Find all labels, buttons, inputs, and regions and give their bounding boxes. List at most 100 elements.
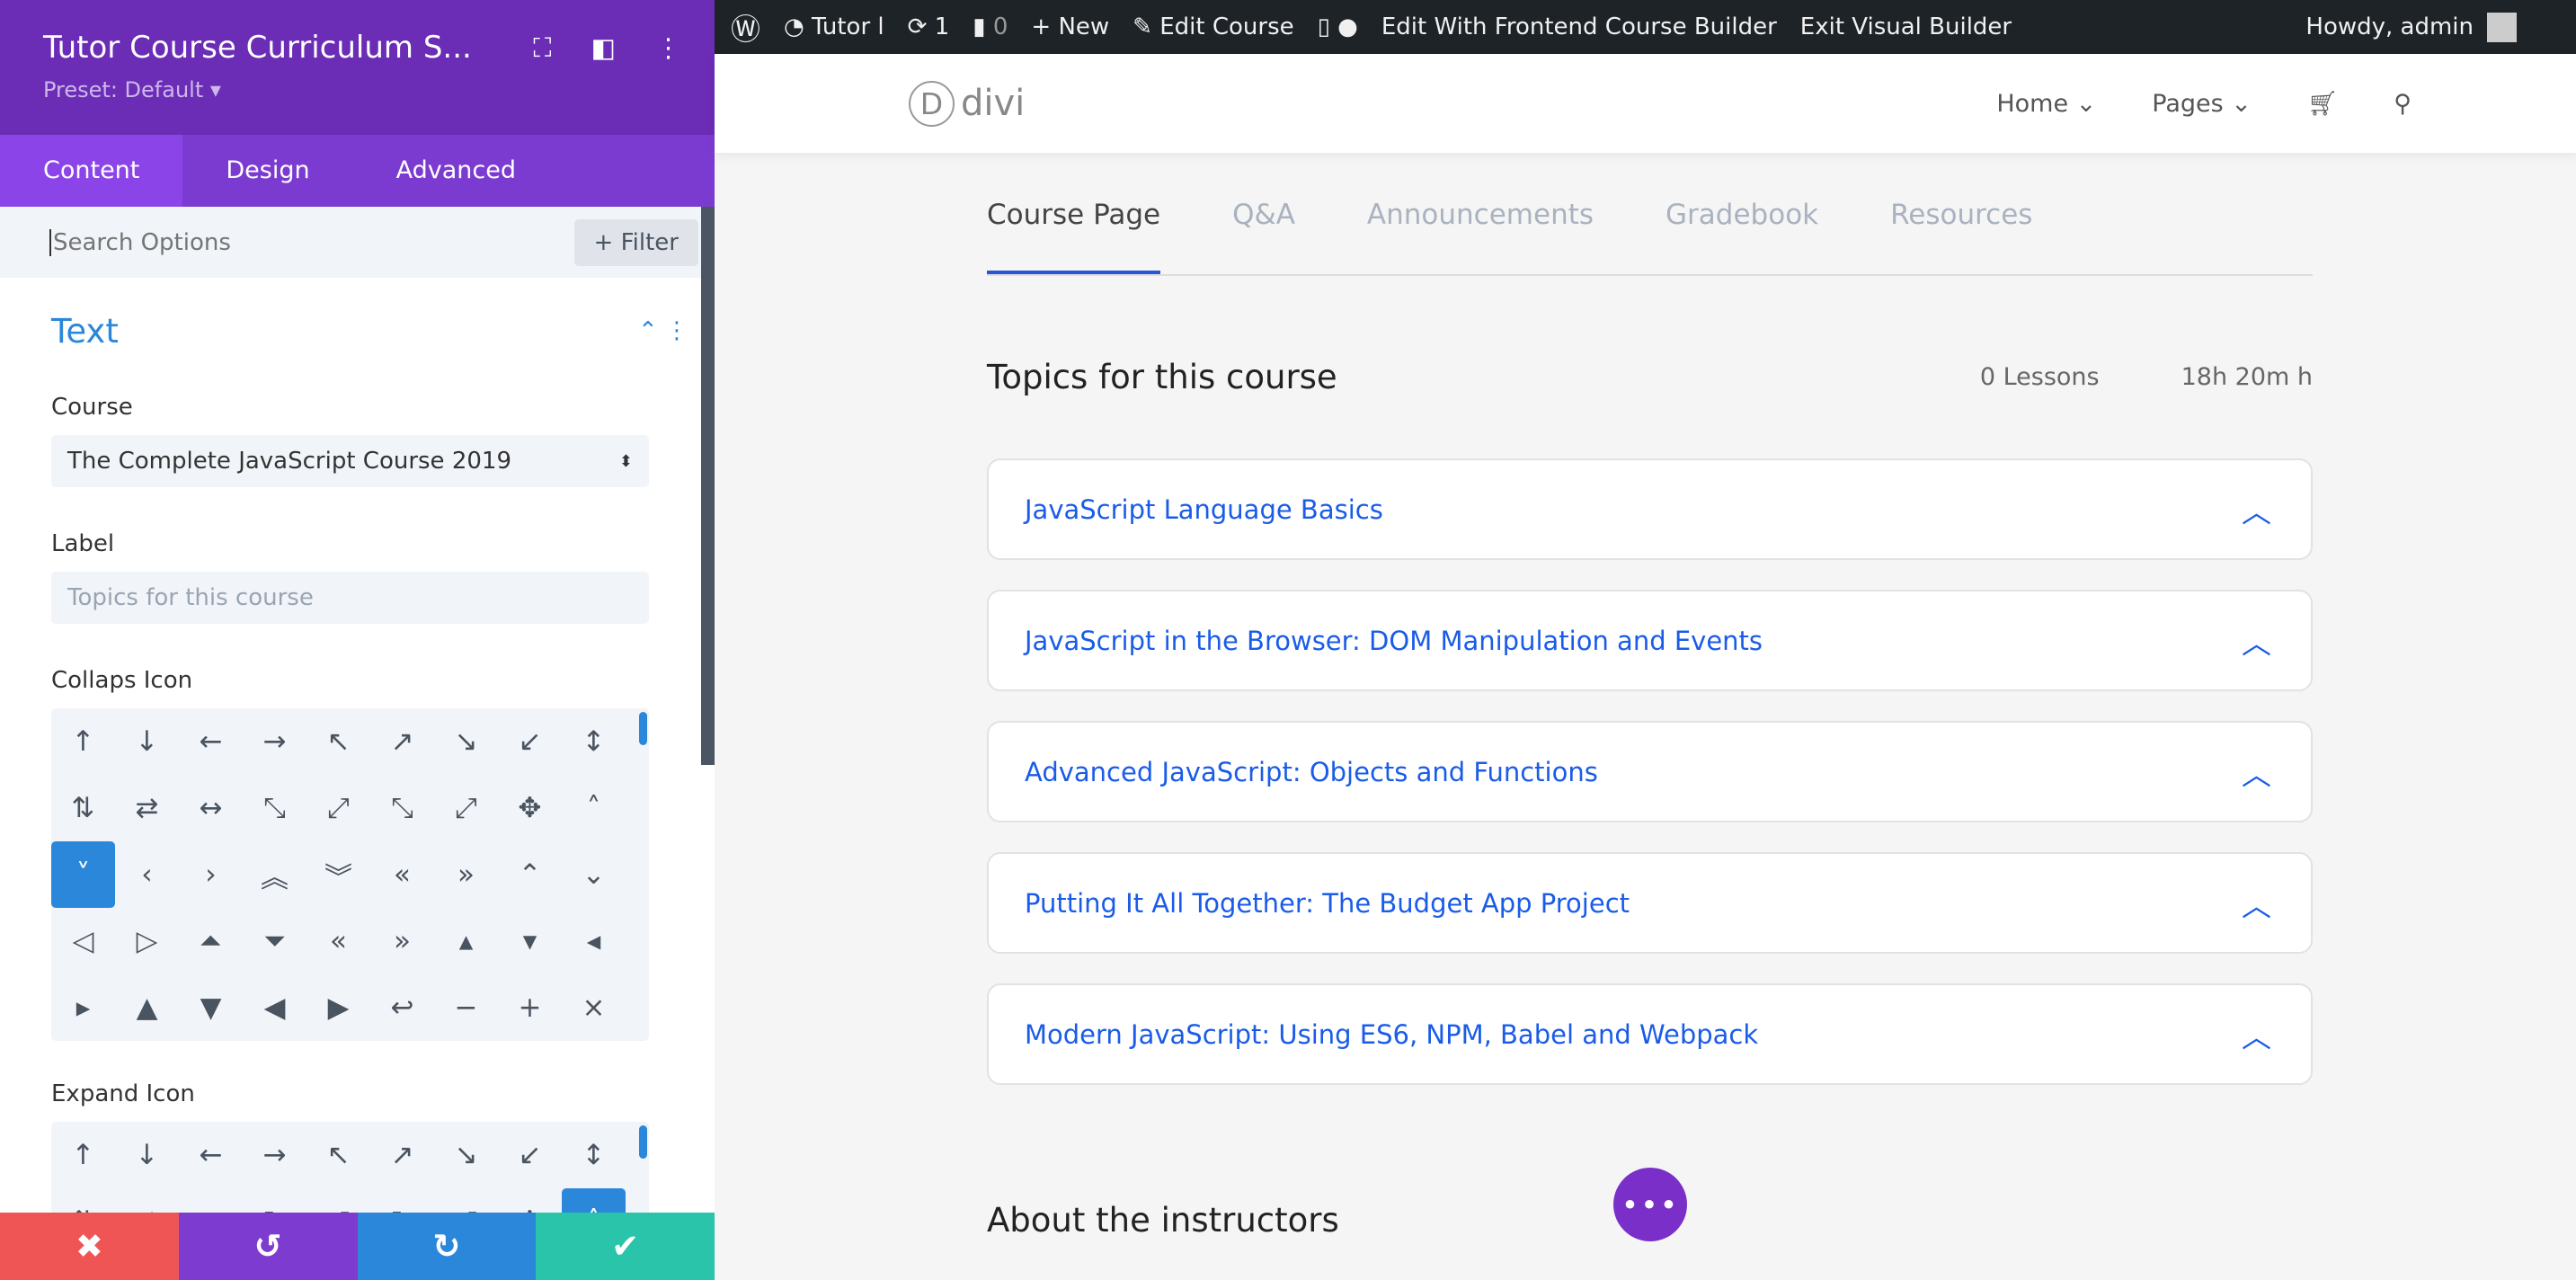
- icon-option[interactable]: ↔: [179, 775, 243, 841]
- nav-pages[interactable]: Pages ⌄: [2152, 90, 2252, 118]
- icon-option[interactable]: «: [370, 841, 434, 908]
- topic-accordion[interactable]: Modern JavaScript: Using ES6, NPM, Babel…: [987, 983, 2313, 1085]
- picker-scrollbar[interactable]: [639, 1125, 647, 1159]
- icon-option[interactable]: ▾: [498, 908, 562, 974]
- icon-option[interactable]: »: [434, 841, 498, 908]
- chevron-up-icon[interactable]: ︿: [2242, 751, 2271, 794]
- topic-accordion[interactable]: Advanced JavaScript: Objects and Functio…: [987, 721, 2313, 822]
- icon-option[interactable]: ▶: [306, 974, 370, 1041]
- icon-option[interactable]: ⤡: [370, 775, 434, 841]
- icon-option[interactable]: ˅: [51, 841, 115, 908]
- icon-option[interactable]: ↓: [115, 708, 179, 775]
- edit-course-link[interactable]: ✎ Edit Course: [1133, 13, 1293, 40]
- site-name-link[interactable]: ◔ Tutor l: [784, 13, 884, 40]
- icon-option[interactable]: ✥: [498, 775, 562, 841]
- icon-option[interactable]: »: [370, 908, 434, 974]
- icon-option[interactable]: «: [306, 908, 370, 974]
- tab-content[interactable]: Content: [0, 135, 183, 207]
- wordpress-logo-icon[interactable]: Ⓦ: [731, 5, 760, 49]
- collapse-icon-picker[interactable]: ↑ ↓ ← → ↖ ↗ ↘ ↙ ↕ ⇅ ⇄ ↔ ⤡ ⤢ ⤡ ⤢ ✥ ˄ ˅ ‹ › ︽ ︾ «» ⌃ ⌄ ◁ ▷ ⏶ ⏷ «» ▴ ▾ ◂ ▸ ▲ ▼ ◀…: [51, 708, 649, 1041]
- tab-design[interactable]: Design: [182, 135, 352, 207]
- icon-option[interactable]: ⏶: [179, 908, 243, 974]
- icon-option[interactable]: →: [243, 1122, 306, 1188]
- filter-button[interactable]: + Filter: [573, 218, 698, 266]
- icon-option[interactable]: ▴: [434, 908, 498, 974]
- chevron-up-icon[interactable]: ⌃ ⋮: [638, 317, 688, 344]
- sidebar-toggle-icon[interactable]: ◧: [591, 32, 616, 64]
- icon-option[interactable]: ↩: [370, 974, 434, 1041]
- topic-accordion[interactable]: Putting It All Together: The Budget App …: [987, 852, 2313, 954]
- chevron-up-icon[interactable]: ︿: [2242, 619, 2271, 662]
- icon-option[interactable]: ↕: [562, 708, 626, 775]
- fullscreen-icon[interactable]: ⛶: [533, 32, 551, 64]
- updates-link[interactable]: ⟳ 1: [908, 13, 950, 40]
- avatar[interactable]: [2487, 12, 2517, 42]
- course-tab[interactable]: Gradebook: [1666, 169, 1818, 274]
- icon-option[interactable]: ↑: [51, 708, 115, 775]
- icon-option[interactable]: ⇄: [115, 775, 179, 841]
- picker-scrollbar[interactable]: [639, 712, 647, 745]
- comments-link[interactable]: ▮ 0: [973, 13, 1008, 40]
- icon-option[interactable]: ↘: [434, 708, 498, 775]
- icon-option[interactable]: +: [498, 974, 562, 1041]
- course-tab[interactable]: Q&A: [1232, 169, 1295, 274]
- icon-option[interactable]: ←: [179, 708, 243, 775]
- icon-option[interactable]: ×: [562, 974, 626, 1041]
- icon-option[interactable]: →: [243, 708, 306, 775]
- icon-option[interactable]: ↖: [306, 708, 370, 775]
- icon-option[interactable]: ˄: [562, 775, 626, 841]
- cart-icon[interactable]: 🛒︎: [2307, 89, 2338, 118]
- nav-home[interactable]: Home ⌄: [1996, 90, 2096, 118]
- greeting[interactable]: Howdy, admin: [2305, 13, 2474, 40]
- frontend-builder-link[interactable]: Edit With Frontend Course Builder: [1381, 13, 1777, 40]
- icon-option[interactable]: ⤡: [243, 775, 306, 841]
- icon-option[interactable]: ⌃: [498, 841, 562, 908]
- icon-option[interactable]: ◂: [562, 908, 626, 974]
- icon-option[interactable]: ↑: [51, 1122, 115, 1188]
- topic-accordion[interactable]: JavaScript in the Browser: DOM Manipulat…: [987, 590, 2313, 691]
- exit-visual-builder-link[interactable]: Exit Visual Builder: [1800, 13, 2012, 40]
- course-tab[interactable]: Resources: [1890, 169, 2032, 274]
- label-input[interactable]: Topics for this course: [51, 572, 649, 624]
- icon-option[interactable]: ↖: [306, 1122, 370, 1188]
- save-button[interactable]: ✔: [536, 1213, 715, 1280]
- topic-accordion[interactable]: JavaScript Language Basics ︿: [987, 458, 2313, 560]
- icon-option[interactable]: ▸: [51, 974, 115, 1041]
- chevron-up-icon[interactable]: ︿: [2242, 488, 2271, 531]
- icon-option[interactable]: ›: [179, 841, 243, 908]
- cancel-button[interactable]: ✖: [0, 1213, 179, 1280]
- course-select[interactable]: The Complete JavaScript Course 2019 ⬍: [51, 435, 649, 487]
- icon-option[interactable]: ▷: [115, 908, 179, 974]
- icon-option[interactable]: ⤢: [306, 775, 370, 841]
- undo-button[interactable]: ↺: [178, 1213, 358, 1280]
- icon-option[interactable]: ↗: [370, 1122, 434, 1188]
- redo-button[interactable]: ↻: [357, 1213, 537, 1280]
- icon-option[interactable]: ◁: [51, 908, 115, 974]
- search-options-input[interactable]: [49, 228, 510, 256]
- icon-option[interactable]: ▼: [179, 974, 243, 1041]
- icon-option[interactable]: ↗: [370, 708, 434, 775]
- chevron-up-icon[interactable]: ︿: [2242, 882, 2271, 925]
- icon-option[interactable]: ↙: [498, 708, 562, 775]
- divi-logo[interactable]: Ddivi: [909, 80, 1025, 127]
- icon-option[interactable]: ↕: [562, 1122, 626, 1188]
- more-options-icon[interactable]: ⋮: [655, 32, 681, 64]
- icon-option[interactable]: ⏷: [243, 908, 306, 974]
- icon-option[interactable]: ⇅: [51, 775, 115, 841]
- icon-option[interactable]: ←: [179, 1122, 243, 1188]
- icon-option[interactable]: ↘: [434, 1122, 498, 1188]
- search-icon[interactable]: ⚲: [2394, 90, 2412, 118]
- tab-advanced[interactable]: Advanced: [353, 135, 559, 207]
- icon-option[interactable]: ◀: [243, 974, 306, 1041]
- builder-menu-button[interactable]: •••: [1613, 1168, 1687, 1241]
- icon-option[interactable]: ︽: [243, 841, 306, 908]
- icon-option[interactable]: ▲: [115, 974, 179, 1041]
- course-tab[interactable]: Course Page: [987, 169, 1161, 274]
- icon-option[interactable]: ⌄: [562, 841, 626, 908]
- section-text-toggle[interactable]: Text ⌃ ⋮: [51, 311, 688, 351]
- icon-option[interactable]: ↓: [115, 1122, 179, 1188]
- icon-option[interactable]: ⤢: [434, 775, 498, 841]
- preset-dropdown[interactable]: Preset: Default ▾: [43, 77, 671, 102]
- icon-option[interactable]: ︾: [306, 841, 370, 908]
- course-tab[interactable]: Announcements: [1367, 169, 1594, 274]
